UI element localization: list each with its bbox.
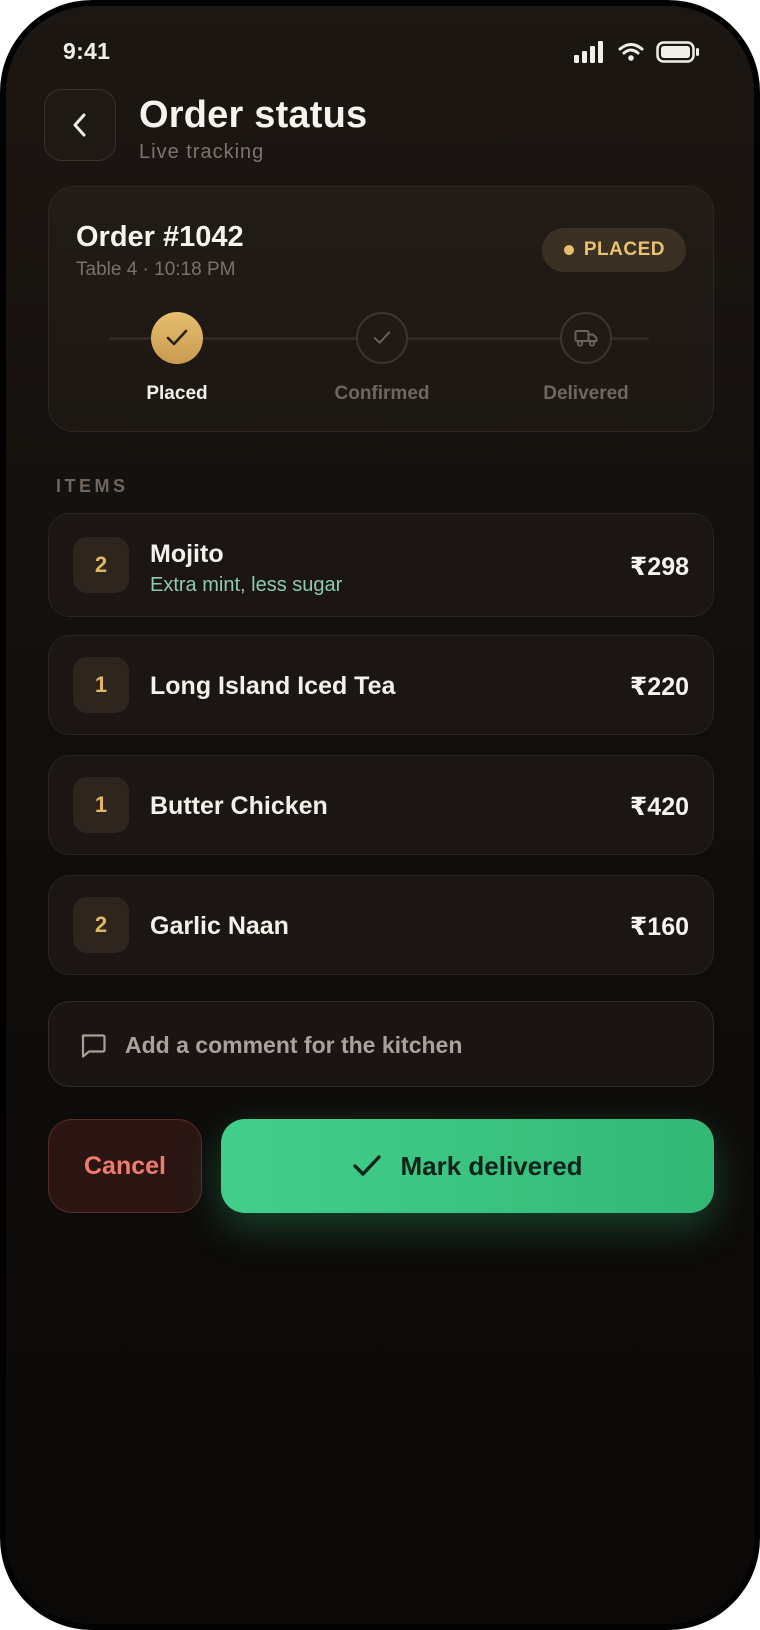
- page-subtitle: Live tracking: [139, 141, 265, 163]
- status-icons: [574, 41, 700, 63]
- battery-icon: [656, 41, 699, 63]
- item-quantity-badge: 1: [73, 777, 129, 833]
- step-delivered: Delivered: [506, 312, 666, 405]
- step-confirmed-indicator: [356, 312, 408, 364]
- truck-icon: [574, 330, 598, 347]
- chat-bubble-icon: [81, 1034, 106, 1058]
- mark-delivered-button[interactable]: Mark delivered: [221, 1119, 714, 1213]
- items-section-label: ITEMS: [56, 476, 129, 496]
- check-icon: [373, 331, 391, 344]
- item-name: Mojito: [150, 540, 224, 568]
- kitchen-comment-input[interactable]: Add a comment for the kitchen: [48, 1001, 714, 1087]
- item-name: Garlic Naan: [150, 912, 289, 940]
- item-price: ₹220: [629, 673, 689, 701]
- status-badge-label: PLACED: [583, 239, 665, 260]
- item-quantity-badge: 1: [73, 657, 129, 713]
- order-item[interactable]: 2 Garlic Naan ₹160: [48, 875, 714, 975]
- chevron-left-icon: [73, 113, 86, 137]
- step-delivered-label: Delivered: [543, 383, 629, 404]
- item-price: ₹298: [629, 553, 689, 581]
- wifi-icon: [618, 43, 644, 61]
- cancel-button[interactable]: Cancel: [48, 1119, 202, 1213]
- step-placed: Placed: [97, 312, 257, 405]
- item-quantity-badge: 2: [73, 537, 129, 593]
- item-price: ₹160: [629, 913, 689, 941]
- order-meta: Table 4 · 10:18 PM: [76, 259, 236, 280]
- order-number: Order #1042: [76, 221, 244, 253]
- item-name: Butter Chicken: [150, 792, 328, 820]
- phone-frame: 9:41 Order status Live tracking Order #1…: [0, 0, 760, 1630]
- order-item[interactable]: 2 Mojito Extra mint, less sugar ₹298: [48, 513, 714, 617]
- step-delivered-indicator: [560, 312, 612, 364]
- check-icon: [166, 329, 188, 346]
- step-confirmed: Confirmed: [302, 312, 462, 405]
- check-icon: [353, 1155, 382, 1176]
- status-badge: PLACED: [541, 228, 686, 272]
- item-name: Long Island Iced Tea: [150, 672, 396, 700]
- order-item[interactable]: 1 Long Island Iced Tea ₹220: [48, 635, 714, 735]
- status-bar: 9:41: [6, 36, 754, 70]
- order-summary-card: Order #1042 Table 4 · 10:18 PM PLACED Pl…: [48, 186, 714, 432]
- step-placed-indicator: [151, 312, 203, 364]
- step-confirmed-label: Confirmed: [334, 383, 430, 404]
- signal-icon: [574, 41, 603, 63]
- item-quantity-badge: 2: [73, 897, 129, 953]
- app-screen: 9:41 Order status Live tracking Order #1…: [6, 6, 754, 1624]
- comment-placeholder: Add a comment for the kitchen: [125, 1032, 463, 1058]
- status-time: 9:41: [63, 38, 111, 64]
- item-price: ₹420: [629, 793, 689, 821]
- page-title: Order status: [139, 94, 368, 136]
- order-item[interactable]: 1 Butter Chicken ₹420: [48, 755, 714, 855]
- mark-delivered-label: Mark delivered: [400, 1150, 583, 1181]
- status-dot: [563, 245, 574, 255]
- step-placed-label: Placed: [146, 383, 208, 404]
- back-button[interactable]: [44, 89, 116, 161]
- item-note: Extra mint, less sugar: [150, 574, 343, 596]
